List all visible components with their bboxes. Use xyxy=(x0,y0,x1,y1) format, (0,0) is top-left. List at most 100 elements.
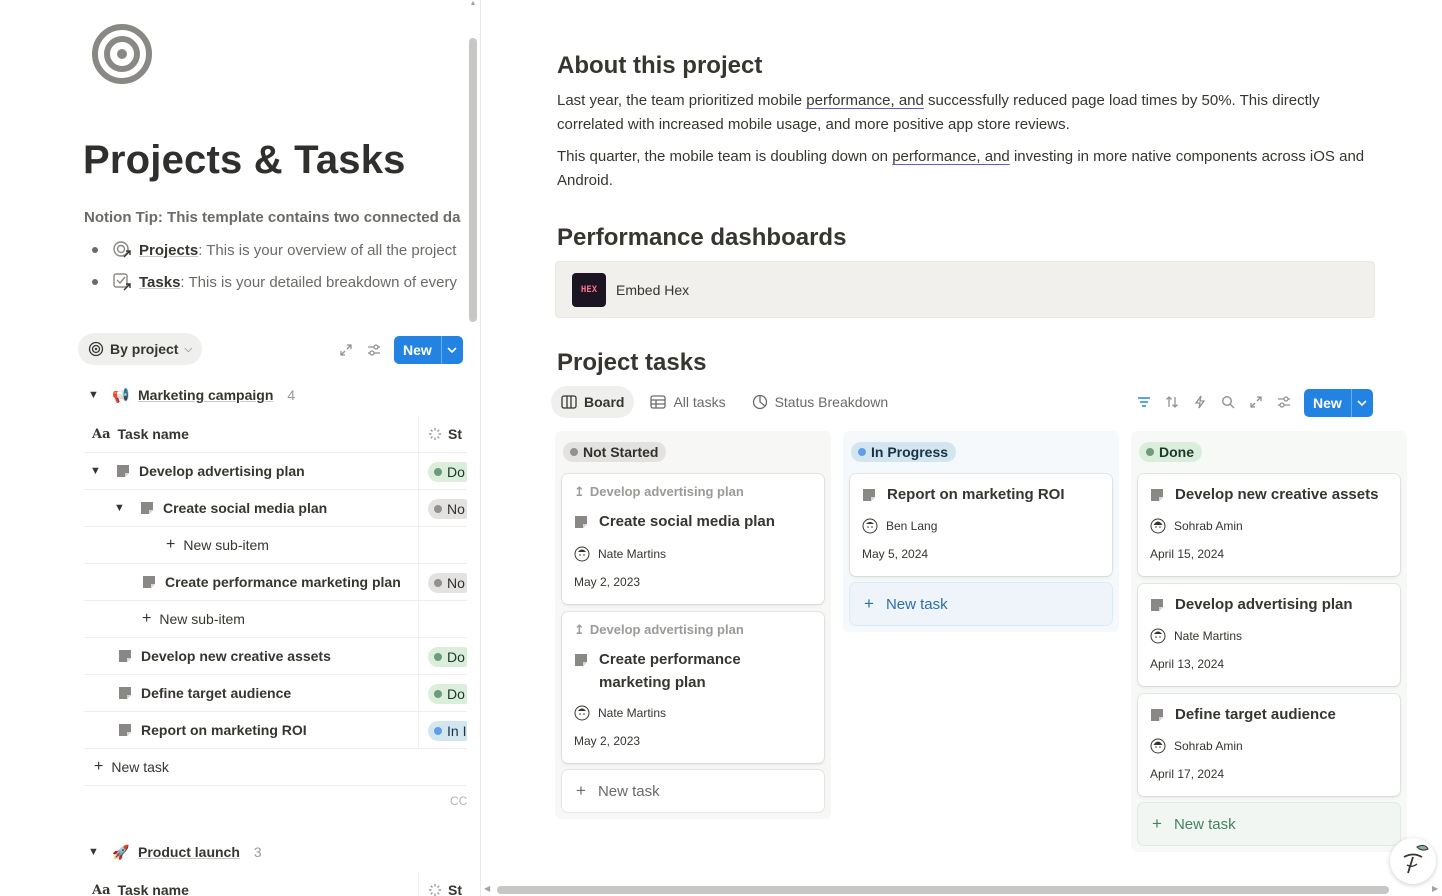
table-header: Aa Task name St xyxy=(84,872,467,896)
table-row[interactable]: Develop new creative assets Do xyxy=(84,638,467,675)
view-selector[interactable]: By project ⌵ xyxy=(78,333,203,365)
group-name[interactable]: Product launch xyxy=(138,844,240,860)
task-card[interactable]: Report on marketing ROI Ben Lang May 5, … xyxy=(850,474,1112,576)
new-task-button[interactable]: + New task xyxy=(1138,803,1400,845)
group-product-launch[interactable]: ▼ 🚀 Product launch 3 xyxy=(88,840,262,864)
new-task-button[interactable]: + New task xyxy=(94,749,169,785)
row-name-cell[interactable]: ▼ Develop advertising plan xyxy=(90,453,305,489)
row-name-cell[interactable]: ▼ Create social media plan xyxy=(114,490,327,526)
assignee-name: Nate Martins xyxy=(598,706,667,720)
task-card[interactable]: Develop advertising plan Nate Martins Ap… xyxy=(1138,584,1400,686)
new-sub-item[interactable]: + New sub-item xyxy=(166,527,269,563)
task-card[interactable]: Develop new creative assets Sohrab Amin … xyxy=(1138,474,1400,576)
tab-all-tasks[interactable]: All tasks xyxy=(640,386,735,418)
scroll-left-arrow-icon[interactable]: ◀ xyxy=(484,884,490,893)
chevron-down-icon: ⌵ xyxy=(184,343,193,355)
column-header-done[interactable]: Done xyxy=(1139,442,1202,462)
project-tasks-heading[interactable]: Project tasks xyxy=(557,349,706,377)
target-icon[interactable] xyxy=(92,24,152,84)
tab-status-breakdown[interactable]: Status Breakdown xyxy=(742,386,899,418)
toggle-triangle-icon[interactable]: ▼ xyxy=(88,846,104,858)
parent-task-link[interactable]: ↥ Develop advertising plan xyxy=(574,622,744,638)
row-name-cell[interactable]: Report on marketing ROI xyxy=(118,712,307,748)
parent-task-link[interactable]: ↥ Develop advertising plan xyxy=(574,484,744,500)
card-assignee: Sohrab Amin xyxy=(1150,518,1243,534)
sort-icon[interactable] xyxy=(1162,392,1182,412)
status-badge[interactable]: In I xyxy=(428,721,467,741)
new-button[interactable]: New xyxy=(394,336,463,364)
notion-window: Projects & Tasks Notion Tip: This templa… xyxy=(0,0,1442,896)
status-header-label: St xyxy=(448,426,462,442)
name-column-header[interactable]: Aa Task name xyxy=(92,416,189,452)
group-marketing-campaign[interactable]: ▼ 📢 Marketing campaign 4 xyxy=(88,383,295,407)
task-card[interactable]: ↥ Develop advertising plan Create social … xyxy=(562,474,824,604)
table-row[interactable]: ▼ Create social media plan No xyxy=(84,490,467,527)
calculate-label[interactable]: CC xyxy=(450,794,467,808)
inline-link[interactable]: performance, and xyxy=(892,148,1010,165)
task-card[interactable]: ↥ Develop advertising plan Create perform… xyxy=(562,612,824,763)
name-column-header[interactable]: Aa Task name xyxy=(92,872,189,896)
status-dot xyxy=(434,579,442,587)
new-task-button[interactable]: + New task xyxy=(850,583,1112,625)
status-badge[interactable]: No xyxy=(428,573,467,593)
new-sub-item-row[interactable]: + New sub-item xyxy=(84,527,467,564)
row-title: Develop advertising plan xyxy=(139,463,305,479)
status-badge[interactable]: Do xyxy=(428,462,467,482)
status-badge[interactable]: Do xyxy=(428,684,467,704)
settings-sliders-icon[interactable] xyxy=(1274,392,1294,412)
table-row[interactable]: Create performance marketing plan No xyxy=(84,564,467,601)
table-row[interactable]: Report on marketing ROI In I xyxy=(84,712,467,749)
chevron-down-icon[interactable] xyxy=(1350,389,1373,417)
projects-link[interactable]: Projects xyxy=(139,242,198,259)
tasks-link[interactable]: Tasks xyxy=(139,274,180,291)
expand-icon[interactable] xyxy=(335,339,357,361)
table-row[interactable]: ▼ Develop advertising plan Do xyxy=(84,453,467,490)
column-divider xyxy=(418,564,419,600)
card-title: Report on marketing ROI xyxy=(862,483,1102,506)
group-name[interactable]: Marketing campaign xyxy=(138,387,273,403)
automation-bolt-icon[interactable] xyxy=(1190,392,1210,412)
embed-hex-block[interactable]: HEX Embed Hex xyxy=(555,261,1375,318)
card-title: Create social media plan xyxy=(574,510,814,533)
page-title[interactable]: Projects & Tasks xyxy=(83,138,406,183)
help-assistant-button[interactable] xyxy=(1390,838,1436,884)
status-badge[interactable]: Do xyxy=(428,647,467,667)
expand-icon[interactable] xyxy=(1246,392,1266,412)
settings-sliders-icon[interactable] xyxy=(363,339,385,361)
new-task-label: New task xyxy=(111,759,169,775)
name-header-label: Task name xyxy=(117,426,189,442)
search-icon[interactable] xyxy=(1218,392,1238,412)
new-task-button[interactable]: New xyxy=(1304,389,1373,417)
card-assignee: Nate Martins xyxy=(574,705,666,721)
toggle-triangle-icon[interactable]: ▼ xyxy=(88,389,104,401)
new-sub-item[interactable]: + New sub-item xyxy=(142,601,245,637)
board-column-done: Done Develop new creative assets Sohrab … xyxy=(1131,431,1407,852)
row-name-cell[interactable]: Define target audience xyxy=(118,675,291,711)
card-title-text: Develop new creative assets xyxy=(1175,486,1379,503)
inline-link[interactable]: performance, and xyxy=(806,92,924,109)
status-dot xyxy=(434,468,442,476)
status-column-header[interactable]: St xyxy=(428,416,462,452)
toggle-triangle-icon[interactable]: ▼ xyxy=(114,502,140,514)
left-scrollbar-thumb[interactable] xyxy=(469,38,477,322)
status-spinner-icon xyxy=(429,428,441,440)
column-header-in-progress[interactable]: In Progress xyxy=(851,442,957,462)
status-badge[interactable]: No xyxy=(428,499,467,519)
horizontal-scrollbar-thumb[interactable] xyxy=(497,886,1389,894)
toggle-triangle-icon[interactable]: ▼ xyxy=(90,465,116,477)
tab-label: Status Breakdown xyxy=(774,394,889,410)
status-column-header[interactable]: St xyxy=(428,872,462,896)
row-name-cell[interactable]: Create performance marketing plan xyxy=(142,564,401,600)
new-task-row[interactable]: + New task xyxy=(84,749,467,786)
task-card[interactable]: Define target audience Sohrab Amin April… xyxy=(1138,694,1400,796)
new-task-button[interactable]: + New task xyxy=(562,770,824,812)
filter-icon[interactable] xyxy=(1134,392,1154,412)
row-name-cell[interactable]: Develop new creative assets xyxy=(118,638,331,674)
scroll-up-arrow-icon[interactable]: ▲ xyxy=(469,0,477,10)
chevron-down-icon[interactable] xyxy=(440,336,463,364)
scroll-right-arrow-icon[interactable]: ▶ xyxy=(1432,884,1438,893)
table-row[interactable]: Define target audience Do xyxy=(84,675,467,712)
tab-board[interactable]: Board xyxy=(551,386,635,418)
new-sub-item-row[interactable]: + New sub-item xyxy=(84,601,467,638)
column-header-not-started[interactable]: Not Started xyxy=(563,442,667,462)
